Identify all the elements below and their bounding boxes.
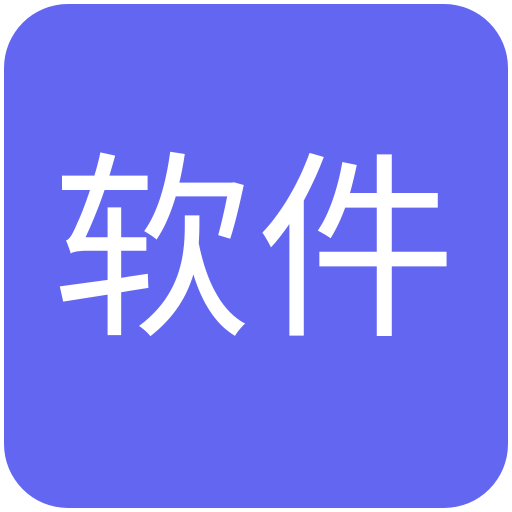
- icon-label: 软件: [51, 135, 460, 368]
- software-app-icon[interactable]: 软件: [4, 4, 508, 508]
- canvas: 软件: [0, 0, 512, 512]
